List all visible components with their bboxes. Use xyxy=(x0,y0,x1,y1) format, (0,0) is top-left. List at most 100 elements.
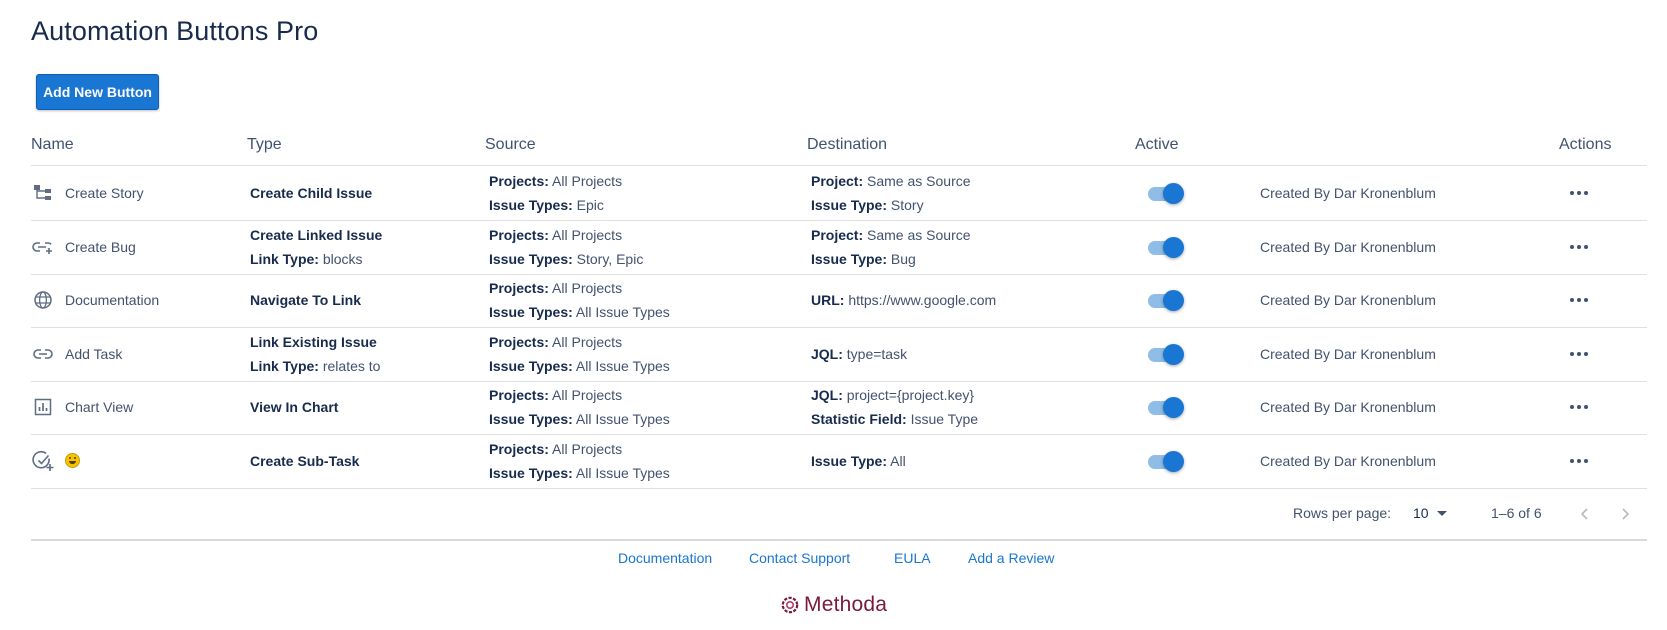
more-horizontal-icon xyxy=(1570,244,1588,249)
active-toggle[interactable] xyxy=(1146,343,1184,365)
add-new-button[interactable]: Add New Button xyxy=(36,74,159,110)
type-cell: Create Linked Issue Link Type: blocks xyxy=(250,220,480,274)
column-header-actions: Actions xyxy=(1559,136,1612,153)
row-actions-button[interactable] xyxy=(1559,327,1599,381)
add-link-icon xyxy=(31,235,55,259)
source-label: Projects: xyxy=(489,226,549,243)
active-cell xyxy=(1146,434,1206,488)
destination-label: URL: xyxy=(811,292,845,308)
previous-page-button[interactable] xyxy=(1573,502,1597,526)
link-icon xyxy=(31,342,55,366)
rows-per-page-value: 10 xyxy=(1413,505,1429,521)
button-name: Chart View xyxy=(65,399,134,415)
destination-label: JQL: xyxy=(811,345,843,362)
source-value: All Issue Types xyxy=(575,357,670,374)
created-by-text: Created By Dar Kronenblum xyxy=(1260,399,1436,415)
source-value: All Projects xyxy=(552,387,623,403)
name-cell xyxy=(31,434,231,488)
source-value: All Projects xyxy=(552,280,623,296)
table-row: Create Story Create Child Issue Projects… xyxy=(31,166,1647,221)
smiley-emoji-icon xyxy=(65,453,80,468)
button-type: View In Chart xyxy=(250,399,339,415)
page: Automation Buttons Pro Add New Button Na… xyxy=(0,0,1667,630)
source-value: All Projects xyxy=(552,226,623,243)
active-toggle[interactable] xyxy=(1146,182,1184,204)
column-header-active[interactable]: Active xyxy=(1135,136,1179,154)
button-name: Create Bug xyxy=(65,238,136,255)
row-actions-button[interactable] xyxy=(1559,380,1599,434)
column-header-type[interactable]: Type xyxy=(247,136,282,154)
active-cell xyxy=(1146,327,1206,381)
destination-cell: Project: Same as Source Issue Type: Stor… xyxy=(811,166,1141,220)
globe-icon xyxy=(31,288,55,312)
source-value: All Issue Types xyxy=(575,304,670,320)
row-actions-button[interactable] xyxy=(1559,273,1599,327)
source-value: All Projects xyxy=(552,333,623,350)
source-cell: Projects: All Projects Issue Types: Stor… xyxy=(489,220,799,274)
row-actions-button[interactable] xyxy=(1559,220,1599,274)
link-type-label: Link Type: xyxy=(250,250,319,267)
destination-label: Project: xyxy=(811,226,864,243)
source-cell: Projects: All Projects Issue Types: All … xyxy=(489,273,799,327)
button-type: Create Child Issue xyxy=(250,185,373,201)
hierarchy-icon xyxy=(31,181,55,205)
source-value: All Issue Types xyxy=(575,464,670,481)
destination-cell: JQL: type=task xyxy=(811,327,1141,381)
chevron-left-icon xyxy=(1580,508,1588,520)
row-actions-button[interactable] xyxy=(1559,166,1599,220)
source-label: Projects: xyxy=(489,173,549,189)
destination-value: Same as Source xyxy=(867,173,971,189)
destination-value: All xyxy=(890,452,906,469)
active-toggle[interactable] xyxy=(1146,450,1184,472)
source-label: Projects: xyxy=(489,333,549,350)
destination-label: Statistic Field: xyxy=(811,411,907,427)
source-label: Projects: xyxy=(489,440,549,457)
active-toggle[interactable] xyxy=(1146,289,1184,311)
source-cell: Projects: All Projects Issue Types: Epic xyxy=(489,166,799,220)
button-type: Create Sub-Task xyxy=(250,452,360,469)
name-cell: Chart View xyxy=(31,380,231,434)
created-by-text: Created By Dar Kronenblum xyxy=(1260,452,1436,469)
type-cell: Create Sub-Task xyxy=(250,434,480,488)
toggle-thumb xyxy=(1163,343,1184,365)
rows-per-page-select[interactable]: 10 xyxy=(1413,499,1447,527)
page-title: Automation Buttons Pro xyxy=(31,16,319,46)
source-value: All Projects xyxy=(552,440,623,457)
table-row: Add Task Link Existing Issue Link Type: … xyxy=(31,327,1647,382)
active-toggle[interactable] xyxy=(1146,396,1184,418)
toggle-thumb xyxy=(1163,236,1184,258)
active-cell xyxy=(1146,273,1206,327)
column-header-destination[interactable]: Destination xyxy=(807,136,887,154)
add-task-icon xyxy=(31,449,55,473)
active-cell xyxy=(1146,380,1206,434)
footer-link-add-review[interactable]: Add a Review xyxy=(968,550,1054,566)
column-header-source[interactable]: Source xyxy=(485,136,536,154)
source-value: Epic xyxy=(576,197,604,213)
row-actions-button[interactable] xyxy=(1559,434,1599,488)
source-label: Issue Types: xyxy=(489,411,573,427)
destination-value: type=task xyxy=(846,345,908,362)
destination-value: project={project.key} xyxy=(846,387,975,403)
destination-label: JQL: xyxy=(811,387,843,403)
pagination-range: 1–6 of 6 xyxy=(1491,505,1542,521)
name-cell: Add Task xyxy=(31,327,231,381)
footer-link-documentation[interactable]: Documentation xyxy=(618,550,712,566)
footer-link-contact-support[interactable]: Contact Support xyxy=(749,550,850,566)
next-page-button[interactable] xyxy=(1613,502,1637,526)
link-type-value: relates to xyxy=(322,357,381,374)
button-type: Link Existing Issue xyxy=(250,333,377,350)
button-type: Navigate To Link xyxy=(250,292,361,308)
footer-link-eula[interactable]: EULA xyxy=(894,550,931,566)
source-label: Issue Types: xyxy=(489,304,573,320)
column-header-name[interactable]: Name xyxy=(31,136,74,154)
destination-label: Issue Type: xyxy=(811,452,887,469)
active-toggle[interactable] xyxy=(1146,236,1184,258)
table-row: Create Sub-Task Projects: All Projects I… xyxy=(31,434,1647,489)
methoda-logo[interactable]: Methoda xyxy=(780,593,887,617)
active-cell xyxy=(1146,220,1206,274)
source-label: Issue Types: xyxy=(489,357,573,374)
toggle-thumb xyxy=(1163,397,1184,418)
button-name: Add Task xyxy=(65,345,123,362)
created-by-text: Created By Dar Kronenblum xyxy=(1260,238,1436,255)
more-horizontal-icon xyxy=(1570,405,1588,409)
